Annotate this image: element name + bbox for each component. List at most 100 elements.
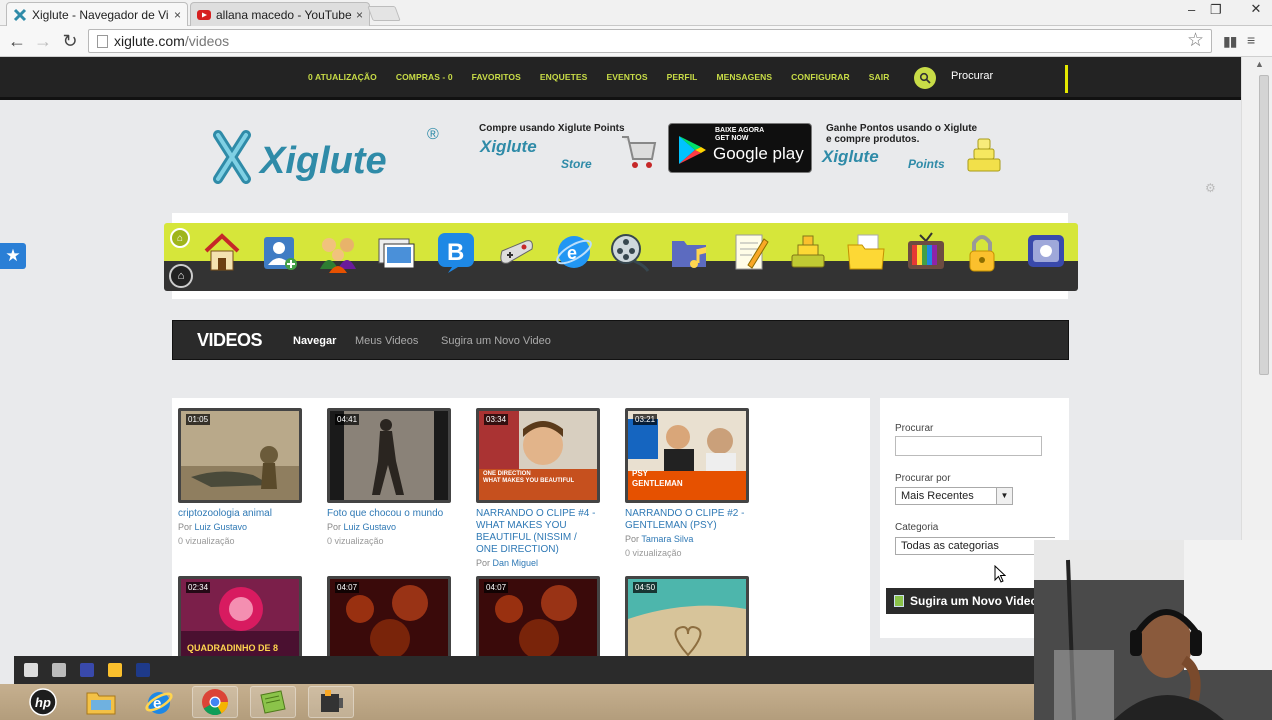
suggest-video-label: Sugira um Novo Video bbox=[910, 594, 1038, 608]
search-field-cursor[interactable] bbox=[1065, 65, 1068, 93]
restore-button[interactable]: ❐ bbox=[1210, 2, 1222, 18]
category-select[interactable]: Todas as categorias bbox=[895, 537, 1055, 555]
bookmark-star-icon[interactable]: ☆ bbox=[1187, 29, 1204, 52]
back-arrow-icon[interactable]: ← bbox=[6, 30, 28, 52]
nav-configurar[interactable]: CONFIGURAR bbox=[791, 72, 850, 82]
window-icon[interactable] bbox=[24, 663, 38, 677]
video-title[interactable]: criptozoologia animal bbox=[178, 508, 302, 520]
messages-icon[interactable] bbox=[136, 663, 150, 677]
nav-eventos[interactable]: EVENTOS bbox=[606, 72, 647, 82]
author-link[interactable]: Tamara Silva bbox=[641, 534, 693, 544]
author-link[interactable]: Luiz Gustavo bbox=[344, 522, 397, 532]
video-duration: 04:07 bbox=[484, 582, 509, 593]
svg-text:e: e bbox=[567, 243, 577, 263]
tab-navegar[interactable]: Navegar bbox=[293, 335, 336, 347]
chat-icon[interactable] bbox=[80, 663, 94, 677]
nav-favoritos[interactable]: FAVORITOS bbox=[472, 72, 521, 82]
google-play-badge[interactable]: BAIXE AGORA GET NOW Google play bbox=[668, 123, 812, 173]
reload-icon[interactable]: ↻ bbox=[59, 30, 81, 52]
video-thumbnail[interactable]: 01:05 bbox=[178, 408, 302, 503]
messenger-icon[interactable] bbox=[1026, 231, 1066, 273]
chrome-icon[interactable] bbox=[192, 686, 238, 718]
scroll-up-icon[interactable]: ▲ bbox=[1255, 59, 1264, 69]
video-thumbnail[interactable]: 03:21 PSY GENTLEMAN bbox=[625, 408, 749, 503]
browser-toolbar: ← → ↻ xiglute.com/videos ☆ ▮▮ ≡ bbox=[0, 26, 1272, 57]
favorite-star-icon[interactable]: ★ bbox=[0, 243, 26, 269]
thumbnail-caption: QUADRADINHO DE 8 bbox=[187, 643, 279, 653]
address-bar[interactable]: xiglute.com/videos bbox=[88, 29, 1212, 53]
browser-icon[interactable]: e bbox=[554, 231, 594, 273]
photos-icon[interactable] bbox=[376, 231, 416, 273]
games-icon[interactable] bbox=[496, 231, 536, 273]
media-icon[interactable] bbox=[52, 663, 66, 677]
music-icon[interactable] bbox=[670, 231, 710, 273]
sidebar-search-input[interactable] bbox=[895, 436, 1042, 456]
video-thumbnail[interactable]: 04:07 bbox=[476, 576, 600, 657]
video-thumbnail[interactable]: 04:41 bbox=[327, 408, 451, 503]
extension-icon[interactable]: ▮▮ bbox=[1223, 33, 1237, 50]
video-card[interactable]: 03:21 PSY GENTLEMAN NARRANDO O CLIPE #2 … bbox=[625, 408, 749, 558]
video-card[interactable]: 01:05 criptozoologia animal Por Luiz Gus… bbox=[178, 408, 302, 546]
search-icon[interactable] bbox=[914, 67, 936, 89]
xiglute-logo[interactable]: Xiglute bbox=[212, 127, 452, 189]
video-card[interactable]: 03:34 ONE DIRECTION WHAT MAKES YOU BEAUT… bbox=[476, 408, 600, 568]
video-card[interactable]: 04:41 Foto que chocou o mundo Por Luiz G… bbox=[327, 408, 451, 546]
app-icon[interactable] bbox=[250, 686, 296, 718]
video-card[interactable]: 04:07 bbox=[327, 576, 451, 657]
nav-compras[interactable]: COMPRAS - 0 bbox=[396, 72, 453, 82]
sort-label: Procurar por bbox=[895, 473, 951, 484]
forward-arrow-icon[interactable]: → bbox=[32, 30, 54, 52]
sort-select[interactable]: Mais Recentes ▼ bbox=[895, 487, 1013, 505]
blog-icon[interactable]: B bbox=[436, 231, 476, 273]
notes-icon[interactable] bbox=[730, 231, 770, 273]
video-thumbnail[interactable]: 03:34 ONE DIRECTION WHAT MAKES YOU BEAUT… bbox=[476, 408, 600, 503]
scroll-thumb[interactable] bbox=[1259, 75, 1269, 375]
tab-close-icon[interactable]: × bbox=[174, 8, 181, 22]
promo-points-text-2: e compre produtos. bbox=[826, 134, 920, 145]
home-icon[interactable] bbox=[202, 231, 242, 273]
points-logo[interactable]: Xiglute bbox=[822, 147, 879, 167]
internet-explorer-icon[interactable]: e bbox=[136, 686, 182, 718]
hp-icon[interactable]: hp bbox=[20, 686, 66, 718]
tab-youtube[interactable]: allana macedo - YouTube × bbox=[190, 2, 370, 26]
video-card[interactable]: 04:50 bbox=[625, 576, 749, 657]
video-card[interactable]: 02:34 QUADRADINHO DE 8 bbox=[178, 576, 302, 657]
nav-perfil[interactable]: PERFIL bbox=[667, 72, 698, 82]
add-contact-icon[interactable] bbox=[260, 231, 300, 273]
tab-xiglute[interactable]: Xiglute - Navegador de Vi × bbox=[6, 2, 188, 26]
video-duration: 03:21 bbox=[633, 414, 658, 425]
author-link[interactable]: Dan Miguel bbox=[493, 558, 539, 568]
tab-close-icon[interactable]: × bbox=[356, 8, 363, 22]
tab-meus-videos[interactable]: Meus Videos bbox=[355, 335, 418, 347]
minimize-button[interactable]: ‒ bbox=[1188, 2, 1195, 17]
close-window-button[interactable]: ✕ bbox=[1242, 1, 1270, 17]
camera-app-icon[interactable] bbox=[308, 686, 354, 718]
header-search-label[interactable]: Procurar bbox=[951, 70, 993, 82]
files-icon[interactable] bbox=[846, 231, 886, 273]
home-round-icon[interactable]: ⌂ bbox=[169, 264, 193, 288]
nav-atualizacao[interactable]: 0 ATUALIZAÇÃO bbox=[308, 72, 377, 82]
tv-icon[interactable] bbox=[906, 231, 946, 273]
video-title[interactable]: NARRANDO O CLIPE #2 - GENTLEMAN (PSY) bbox=[625, 508, 749, 532]
video-thumbnail[interactable]: 02:34 QUADRADINHO DE 8 bbox=[178, 576, 302, 657]
chrome-menu-icon[interactable]: ≡ bbox=[1247, 32, 1255, 48]
video-thumbnail[interactable]: 04:50 bbox=[625, 576, 749, 657]
tab-sugira-video[interactable]: Sugira um Novo Video bbox=[441, 335, 551, 347]
video-card[interactable]: 04:07 bbox=[476, 576, 600, 657]
shop-icon[interactable] bbox=[788, 231, 828, 273]
new-tab-button[interactable] bbox=[367, 6, 401, 21]
nav-sair[interactable]: SAIR bbox=[869, 72, 890, 82]
video-title[interactable]: Foto que chocou o mundo bbox=[327, 508, 451, 520]
video-thumbnail[interactable]: 04:07 bbox=[327, 576, 451, 657]
pencil-icon[interactable] bbox=[108, 663, 122, 677]
friends-icon[interactable] bbox=[318, 231, 358, 273]
store-logo[interactable]: Xiglute bbox=[480, 137, 537, 157]
file-explorer-icon[interactable] bbox=[78, 686, 124, 718]
nav-mensagens[interactable]: MENSAGENS bbox=[716, 72, 772, 82]
video-title[interactable]: NARRANDO O CLIPE #4 - WHAT MAKES YOU BEA… bbox=[476, 508, 600, 556]
home-small-icon[interactable]: ⌂ bbox=[170, 228, 190, 248]
nav-enquetes[interactable]: ENQUETES bbox=[540, 72, 588, 82]
author-link[interactable]: Luiz Gustavo bbox=[195, 522, 248, 532]
lock-icon[interactable] bbox=[962, 231, 1002, 273]
videos-icon[interactable] bbox=[610, 231, 650, 273]
